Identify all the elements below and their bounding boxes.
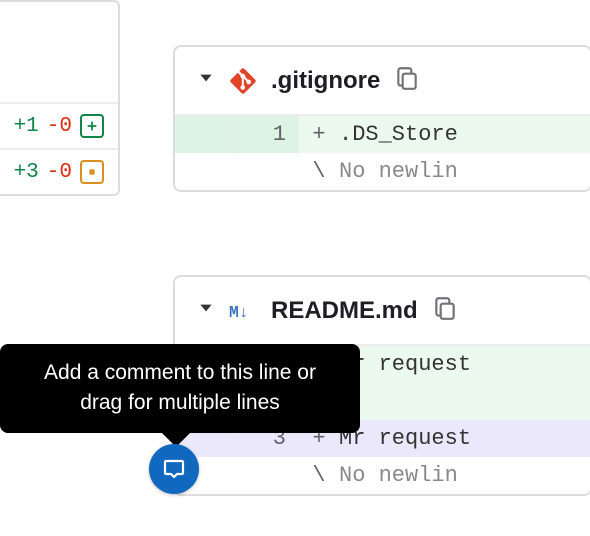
- diff-content: No newlin: [339, 159, 458, 184]
- additions-count: +1: [14, 115, 39, 138]
- diff-file-header: M↓ README.md: [175, 277, 590, 346]
- diff-content: .DS_Store: [339, 122, 458, 147]
- file-name[interactable]: .gitignore: [271, 67, 380, 95]
- add-comment-tooltip: Add a comment to this line or drag for m…: [0, 344, 360, 433]
- diff-sign: +: [299, 122, 339, 147]
- old-line-number: [175, 116, 237, 153]
- diff-line[interactable]: 1 +.DS_Store: [175, 116, 590, 153]
- file-added-icon: [80, 114, 104, 138]
- deletions-count: -0: [47, 115, 72, 138]
- comment-icon: [162, 457, 186, 481]
- deletions-count: -0: [47, 161, 72, 184]
- file-name[interactable]: README.md: [271, 297, 418, 325]
- diff-file-header: .gitignore: [175, 47, 590, 116]
- diff-sign: \: [299, 159, 339, 184]
- new-line-number: 1: [237, 116, 299, 153]
- file-stat-row[interactable]: +3 -0: [0, 148, 118, 194]
- diff-line: \No newlin: [175, 153, 590, 190]
- collapse-toggle[interactable]: [197, 299, 215, 322]
- svg-text:M↓: M↓: [229, 302, 249, 321]
- diff-file-panel: .gitignore 1 +.DS_Store \No newlin: [173, 45, 590, 192]
- file-list: +1 -0 +3 -0: [0, 0, 120, 196]
- copy-path-button[interactable]: [432, 295, 458, 326]
- tooltip-text: Add a comment to this line or drag for m…: [44, 361, 316, 414]
- file-stat-row[interactable]: +1 -0: [0, 102, 118, 148]
- diff-line: \No newlin: [175, 457, 590, 494]
- file-modified-icon: [80, 160, 104, 184]
- markdown-icon: M↓: [229, 297, 257, 325]
- git-icon: [229, 67, 257, 95]
- diff-content: No newlin: [339, 463, 458, 488]
- diff-content: Mr request: [339, 426, 471, 451]
- additions-count: +3: [14, 161, 39, 184]
- copy-path-button[interactable]: [394, 65, 420, 96]
- collapse-toggle[interactable]: [197, 69, 215, 92]
- add-comment-button[interactable]: [149, 444, 199, 494]
- diff-sign: \: [299, 463, 339, 488]
